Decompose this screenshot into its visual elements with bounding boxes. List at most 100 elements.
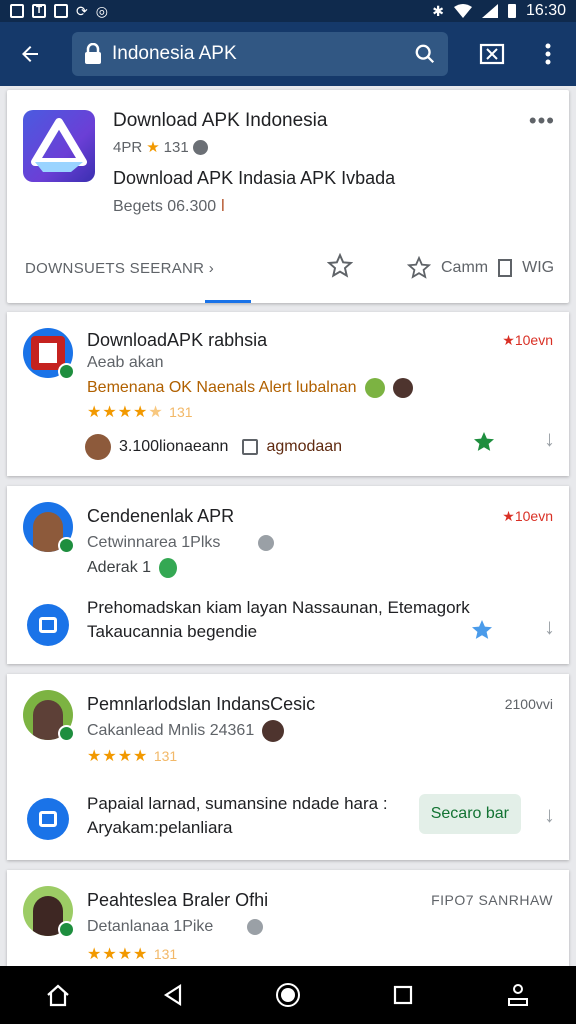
desc-line-2: Aryakam:pelanliara	[87, 818, 233, 837]
image-notification-icon	[10, 4, 24, 18]
item-time-text: 10evn	[514, 332, 553, 348]
globe-icon	[247, 919, 264, 935]
person-icon	[508, 984, 529, 1006]
status-bar: T ⟳ ◎ ✱ 16:30	[0, 0, 576, 22]
bag-icon	[27, 604, 69, 646]
arrow-back-icon	[22, 46, 38, 62]
item-subtitle-text: Cetwinnarea 1Plks	[87, 534, 221, 551]
rate-action[interactable]: Camm WIG	[407, 256, 554, 280]
avatar	[23, 690, 75, 742]
search-field[interactable]: Indonesia APK	[72, 32, 448, 76]
verified-icon	[58, 921, 75, 938]
user-avatar	[262, 720, 285, 742]
app-logo-icon	[23, 110, 95, 182]
chevron-right-icon: ›	[208, 259, 215, 277]
app-size: Begets 06.300 ⅼ	[113, 196, 225, 216]
home-button[interactable]	[38, 975, 78, 1015]
item-rating: ★★★★★ 131	[87, 404, 193, 421]
home-icon	[46, 984, 69, 1007]
notification-icons: T ⟳ ◎	[10, 3, 108, 20]
item-time: ★10evn	[502, 332, 553, 348]
featured-app-card[interactable]: Download APK Indonesia 4PR ★ 131 Downloa…	[7, 90, 569, 303]
star-outline-icon	[407, 256, 431, 279]
bag-icon	[27, 798, 69, 840]
recents-button[interactable]	[383, 975, 423, 1015]
bookmark-icon	[498, 259, 513, 277]
app-title: Download APK Indonesia	[113, 110, 328, 131]
desc-line-2: Takaucannia begendie	[87, 622, 258, 641]
item-time: FIPO7 SANRHAW	[431, 892, 553, 908]
item-subtitle: Aeab akan	[87, 354, 164, 371]
favorite-button[interactable]	[326, 252, 354, 284]
tabs-button[interactable]	[468, 22, 516, 86]
avatar	[23, 886, 75, 938]
list-item[interactable]: Cendenenlak APR ★10evn Cetwinnarea 1Plks…	[7, 486, 569, 664]
search-bar-button[interactable]: Secaro bar	[418, 794, 521, 834]
download-icon[interactable]: ↓	[544, 426, 555, 452]
meta-rating: 4PR	[113, 138, 143, 156]
rating-count: 131	[169, 404, 193, 420]
wifi-icon	[453, 4, 472, 18]
search-icon[interactable]	[414, 43, 436, 65]
item-rating: ★★★★ 131	[87, 946, 178, 963]
item-time-text: 10evn	[514, 508, 553, 524]
back-nav-button[interactable]	[153, 975, 193, 1015]
system-nav-bar	[0, 966, 576, 1024]
item-subtitle: Detanlanaa 1Pike	[87, 918, 264, 936]
footer-text: 3.100lionaeann	[119, 438, 229, 455]
signal-icon	[481, 4, 498, 18]
item-line: Aderak 1	[87, 558, 178, 578]
text-notification-icon: T	[32, 4, 46, 18]
star-icon: ★	[146, 139, 160, 156]
download-icon[interactable]: ↓	[544, 614, 555, 640]
triangle-back-icon	[163, 983, 181, 1007]
download-icon[interactable]: ↓	[544, 802, 555, 828]
item-title: Cendenenlak APR	[87, 506, 235, 526]
globe-icon	[192, 139, 208, 155]
rating-count: 131	[153, 946, 178, 962]
rating-count: 131	[153, 748, 178, 764]
bluetooth-icon: ✱	[432, 2, 444, 19]
flame-icon: ⅼ	[220, 198, 226, 215]
downloads-link[interactable]: DOWNSUETS SEERANR ›	[25, 260, 214, 277]
list-item[interactable]: DownloadAPK rabhsia ★10evn Aeab akan Bem…	[7, 312, 569, 476]
item-footer: 3.100lionaeann agmodaan	[85, 434, 343, 460]
hero-action-row: DOWNSUETS SEERANR › Camm WIG	[7, 248, 569, 288]
tag-label: WIG	[522, 259, 555, 276]
list-item[interactable]: Pemnlarlodslan IndansCesic 2100vvi Cakan…	[7, 674, 569, 860]
back-button[interactable]	[0, 22, 60, 86]
item-line: Bemenana OK Naenals Alert lubalnan	[87, 378, 413, 398]
star-outline-icon	[326, 252, 354, 278]
home-circle-button[interactable]	[268, 975, 308, 1015]
item-line-text: Bemenana OK Naenals Alert lubalnan	[87, 379, 357, 396]
more-options-icon[interactable]: •••	[529, 108, 555, 134]
verified-icon	[58, 537, 75, 554]
item-subtitle: Cakanlead Mnlis 24361	[87, 720, 285, 742]
footer-tag: agmodaan	[266, 438, 343, 455]
tab-indicator	[205, 300, 251, 303]
item-rating: ★★★★ 131	[87, 748, 178, 765]
list-item[interactable]: Peahteslea Braler Ofhi FIPO7 SANRHAW Det…	[7, 870, 569, 966]
item-title: Pemnlarlodslan IndansCesic	[87, 694, 316, 714]
star-filled-icon[interactable]	[469, 618, 495, 642]
accessibility-button[interactable]	[498, 975, 538, 1015]
size-text: Begets 06.300	[113, 198, 217, 215]
item-line-text: Aderak 1	[87, 559, 152, 576]
item-time: ★10evn	[502, 508, 553, 524]
item-subtitle: Cetwinnarea 1Plks	[87, 534, 275, 552]
item-title: Peahteslea Braler Ofhi	[87, 890, 269, 910]
search-text[interactable]: Indonesia APK	[112, 43, 414, 65]
lock-icon	[85, 43, 101, 64]
item-description: Papaial larnad, sumansine ndade hara : A…	[87, 792, 388, 840]
desc-line-1: Prehomadskan kiam layan Nassaunan, Etema…	[87, 598, 470, 617]
overflow-menu-button[interactable]	[524, 22, 572, 86]
star-filled-icon[interactable]	[471, 430, 497, 454]
desc-line-1: Papaial larnad, sumansine ndade hara :	[87, 794, 388, 813]
verified-icon	[58, 725, 75, 742]
rate-label: Camm	[441, 259, 489, 276]
emoji-icon	[392, 378, 413, 398]
app-notification-icon	[54, 4, 68, 18]
doc-icon	[242, 439, 259, 455]
user-avatar	[85, 434, 111, 460]
globe-icon	[258, 535, 275, 551]
